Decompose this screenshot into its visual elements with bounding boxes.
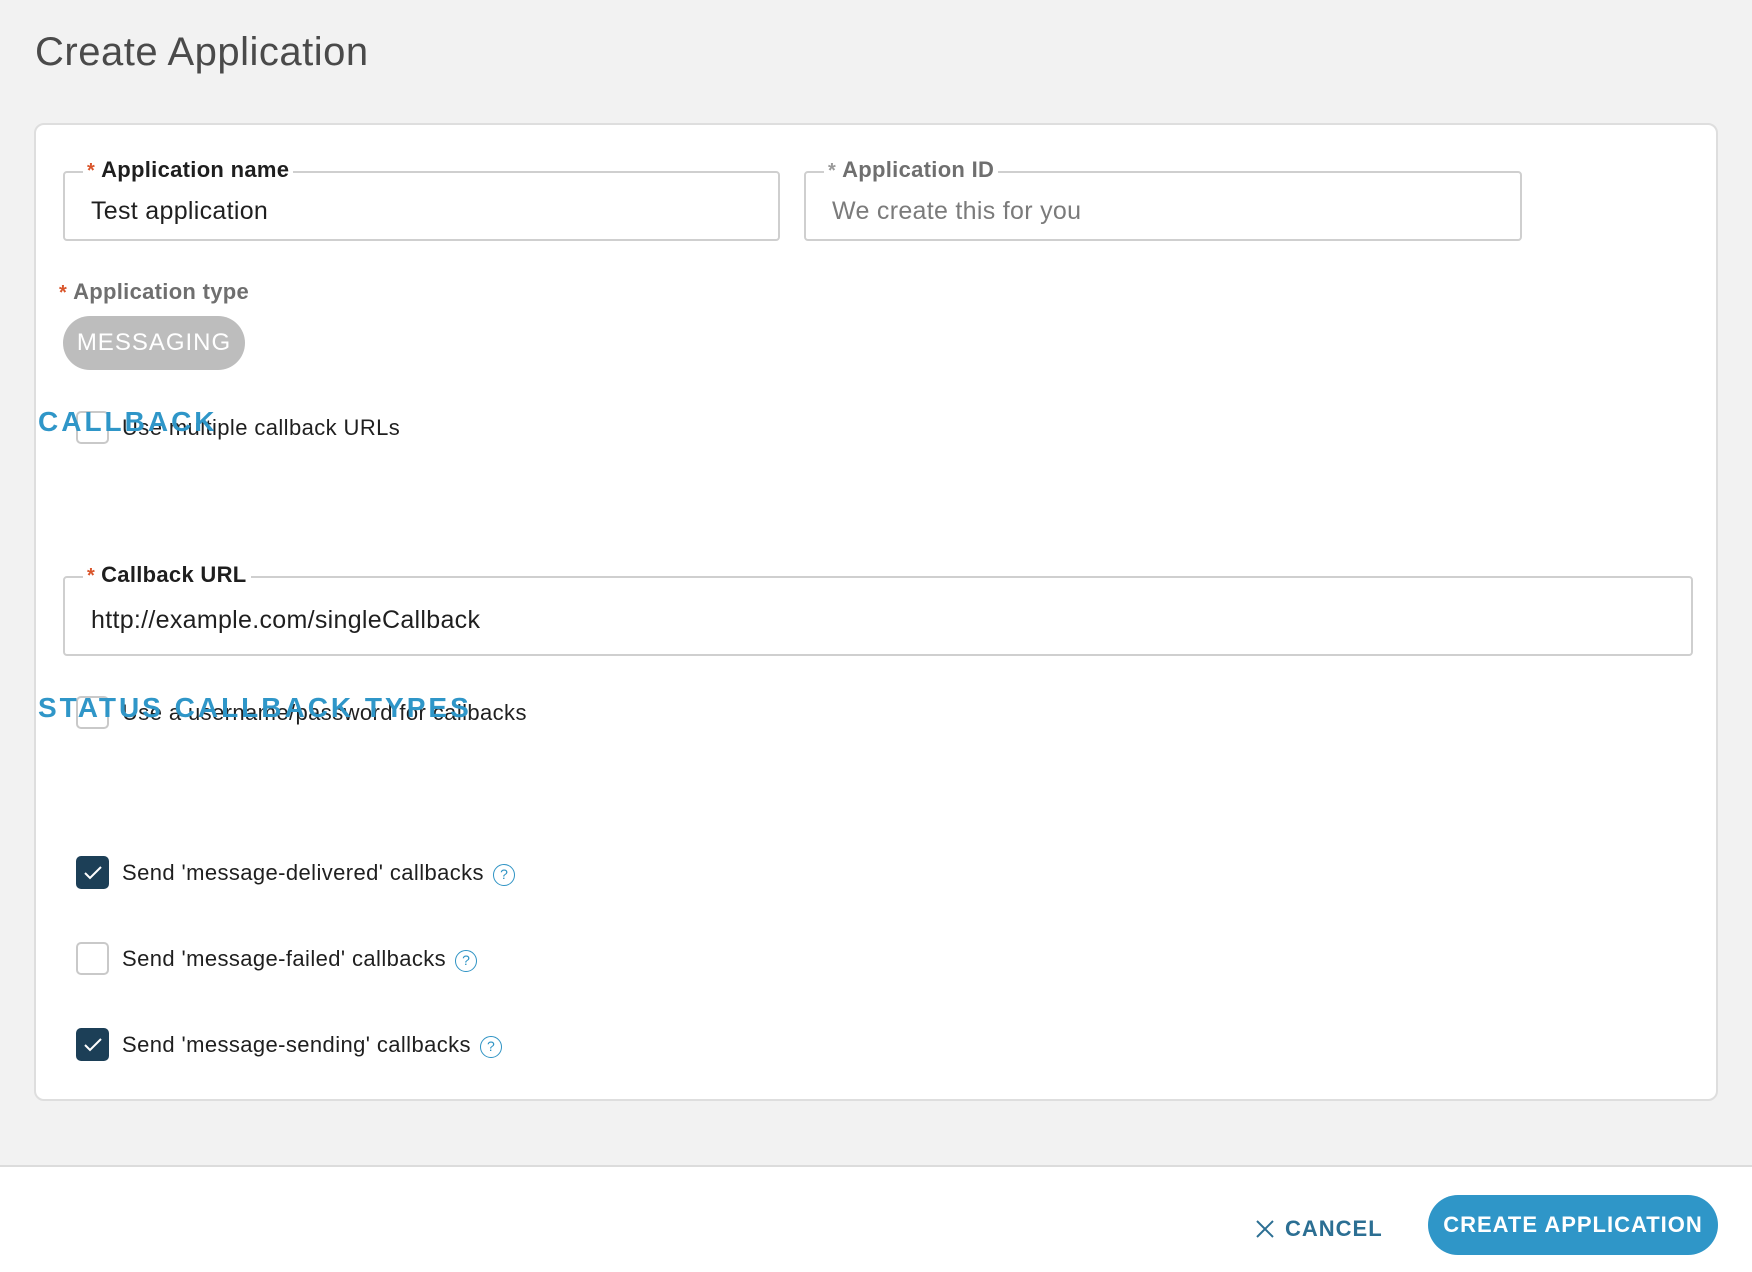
callback-section-heading: CALLBACK [38,406,218,437]
message-failed-checkbox[interactable] [76,942,109,975]
application-type-label: * Application type [59,279,250,304]
message-sending-option[interactable]: Send 'message-sending' callbacks ? [76,1028,502,1061]
help-icon[interactable]: ? [479,1035,502,1058]
application-name-field[interactable]: * Application name [63,157,780,241]
create-application-button[interactable]: CREATE APPLICATION [1428,1195,1718,1255]
callback-url-label: * Callback URL [83,562,251,588]
required-mark: * [87,160,96,182]
application-id-label: * Application ID [824,157,999,183]
close-icon [1256,1220,1274,1238]
status-callback-types-heading: STATUS CALLBACK TYPES [38,692,472,723]
messaging-type-chip[interactable]: MESSAGING [63,316,245,370]
application-id-input[interactable] [832,191,1500,231]
message-delivered-option[interactable]: Send 'message-delivered' callbacks ? [76,856,515,889]
message-failed-option[interactable]: Send 'message-failed' callbacks ? [76,942,478,975]
page-title: Create Application [35,30,369,74]
message-delivered-checkbox[interactable] [76,856,109,889]
message-sending-label: Send 'message-sending' callbacks [122,1031,471,1057]
callback-url-input[interactable] [91,600,1671,640]
message-sending-checkbox[interactable] [76,1028,109,1061]
checkmark-icon [83,1037,102,1051]
application-id-field[interactable]: * Application ID [804,157,1522,241]
application-name-label: * Application name [83,157,294,183]
message-delivered-label: Send 'message-delivered' callbacks [122,859,484,885]
help-icon[interactable]: ? [492,863,515,886]
required-mark: * [828,160,837,182]
message-failed-label: Send 'message-failed' callbacks [122,945,447,971]
checkmark-icon [83,865,102,879]
callback-url-field[interactable]: * Callback URL [63,562,1693,656]
required-mark: * [87,565,96,587]
dialog-footer: CANCEL CREATE APPLICATION [0,1165,1752,1272]
application-name-input[interactable] [91,191,758,231]
cancel-button[interactable]: CANCEL [1255,1209,1383,1249]
create-application-form: *Application name *Application ID *Appli… [34,123,1718,1101]
help-icon[interactable]: ? [455,949,478,972]
cancel-label: CANCEL [1285,1216,1383,1241]
required-mark: * [59,282,68,304]
